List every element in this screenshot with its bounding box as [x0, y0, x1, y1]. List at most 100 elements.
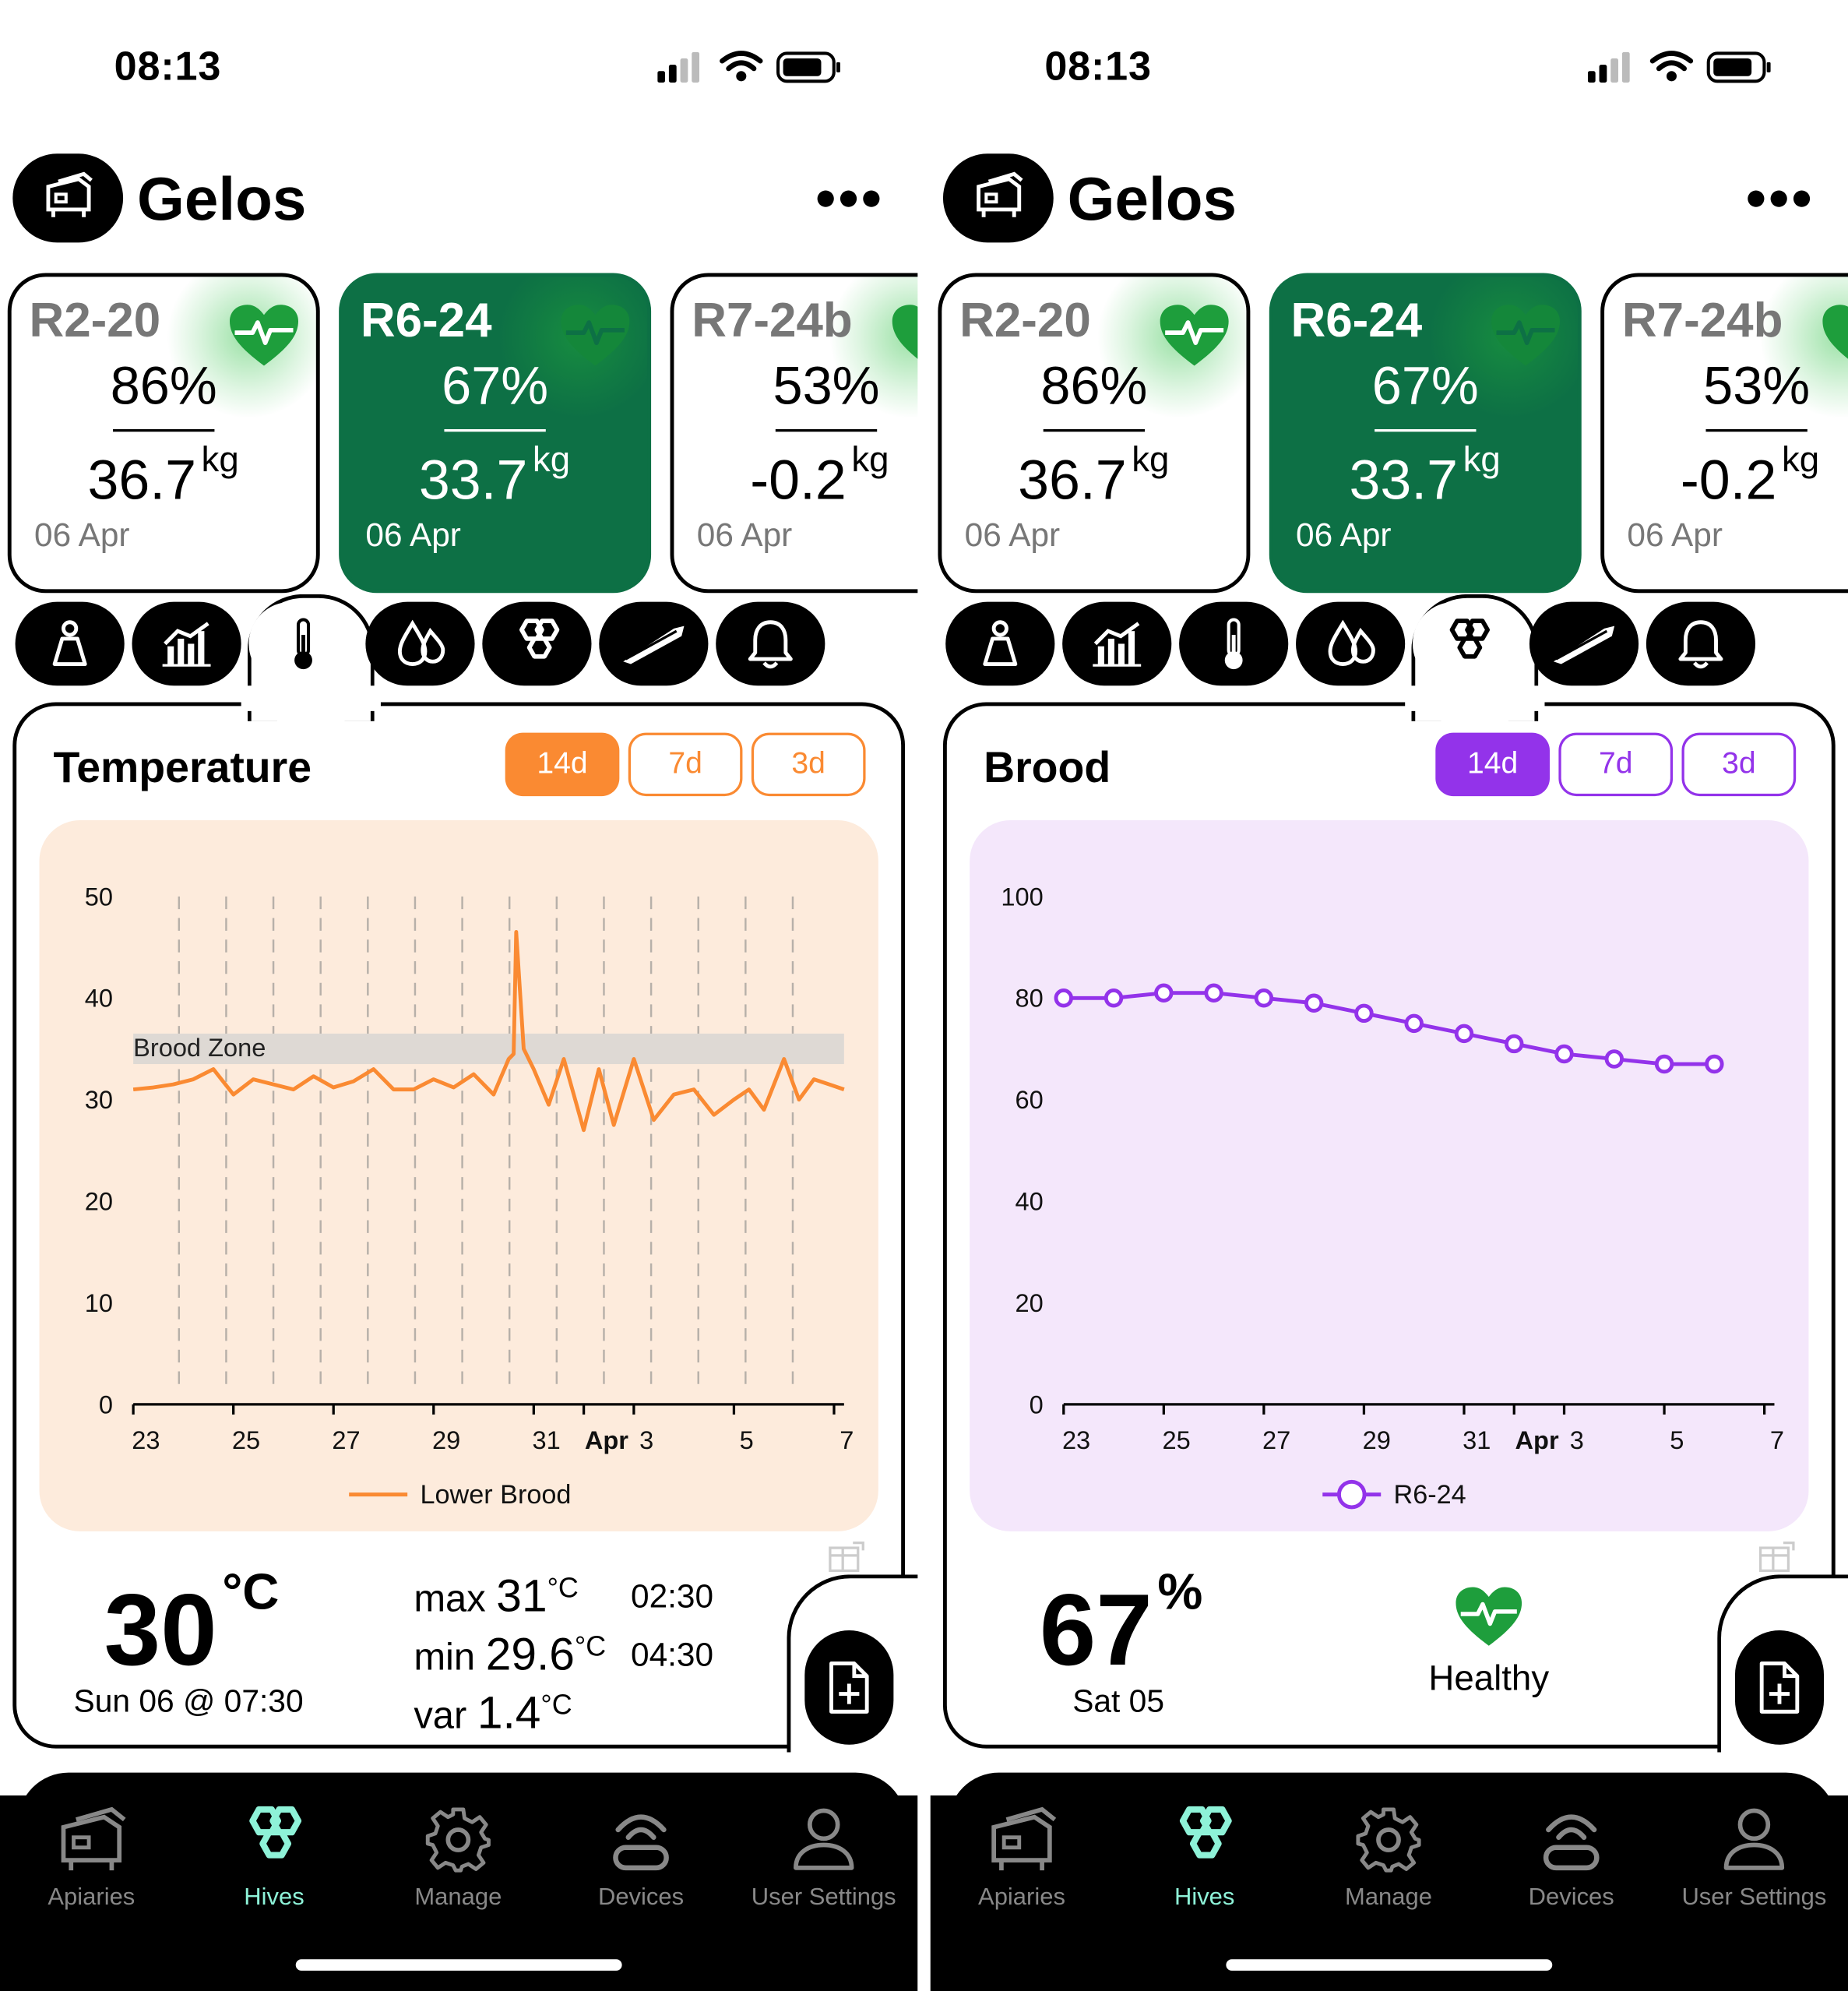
hive-card-r7-24b[interactable]: R7-24b 53% -0.2 kg 06 Apr: [1600, 273, 1848, 594]
current-date: Sun 06 @ 07:30: [73, 1683, 304, 1720]
current-value: 67%: [1039, 1564, 1203, 1686]
x-tick-label: 7: [1770, 1425, 1784, 1454]
y-tick-label: 80: [1015, 984, 1043, 1013]
hive-date: 06 Apr: [1296, 515, 1392, 554]
tab-temperature[interactable]: [248, 601, 358, 686]
nav-devices[interactable]: Devices: [552, 1795, 730, 1922]
max-time: 02:30: [631, 1577, 714, 1616]
honeycomb-icon: [519, 618, 560, 659]
tab-humidity[interactable]: [365, 601, 475, 686]
tab-temperature[interactable]: [1179, 601, 1289, 686]
data-point: [1254, 988, 1274, 1008]
range-7d-button[interactable]: 7d: [628, 732, 743, 797]
heart-health-icon: [1456, 1587, 1522, 1646]
data-point: [1104, 988, 1124, 1008]
tab-humidity[interactable]: [1296, 601, 1406, 686]
max-stat: max 31°C: [414, 1569, 579, 1622]
tab-weight-chart[interactable]: [1062, 601, 1172, 686]
nav-devices[interactable]: Devices: [1483, 1795, 1660, 1922]
hive-card-r7-24b[interactable]: R7-24b 53% -0.2 kg 06 Apr: [670, 273, 918, 594]
tab-hive-tool[interactable]: [599, 601, 709, 686]
x-tick-label: 27: [332, 1425, 360, 1454]
gear-icon: [425, 1807, 491, 1873]
hive-card-r2-20[interactable]: R2-20 86% 36.7 kg 06 Apr: [7, 273, 320, 594]
hives-icon: [1179, 1806, 1232, 1859]
hive-card-r6-24[interactable]: R6-24 67% 33.7 kg 06 Apr: [339, 273, 652, 594]
phone-brood: 08:13 Gelos R2-20 86% 36.7 kg 06 Apr R6-2…: [930, 0, 1848, 1991]
hive-weight-unit: kg: [1781, 439, 1820, 479]
nav-hives[interactable]: Hives: [1116, 1795, 1294, 1922]
add-note-button[interactable]: [1734, 1630, 1825, 1745]
var-stat: var 1.4°C: [414, 1686, 572, 1739]
nav-manage[interactable]: Manage: [1300, 1795, 1477, 1922]
range-14d-button[interactable]: 14d: [505, 732, 620, 797]
home-indicator: [295, 1959, 622, 1971]
nav-user-settings[interactable]: User Settings: [1665, 1795, 1843, 1922]
person-scale-icon: [983, 620, 1018, 666]
weight-chart-icon: [1093, 622, 1142, 667]
hive-weight-unit: kg: [1132, 439, 1170, 479]
health-status: Healthy: [1428, 1658, 1550, 1698]
more-options-button[interactable]: [817, 190, 886, 213]
hive-weight: 33.7: [1349, 449, 1459, 512]
devices-icon: [613, 1814, 669, 1871]
hive-name: R2-20: [29, 294, 161, 348]
bell-icon: [748, 620, 793, 669]
hive-percent: 53%: [1703, 355, 1811, 416]
nav-user-settings[interactable]: User Settings: [735, 1795, 913, 1922]
data-point: [1404, 1013, 1424, 1034]
devices-icon: [1543, 1814, 1600, 1871]
tab-brood[interactable]: [482, 601, 592, 686]
data-point: [1505, 1034, 1524, 1054]
tab-brood[interactable]: [1412, 601, 1522, 686]
nav-hives[interactable]: Hives: [185, 1795, 363, 1922]
tab-alerts[interactable]: [1646, 601, 1756, 686]
hive-name: R7-24b: [1621, 294, 1783, 348]
x-tick-label: 29: [432, 1425, 460, 1454]
tab-alerts[interactable]: [716, 601, 825, 686]
legend-label: R6-24: [1394, 1480, 1466, 1510]
range-14d-button[interactable]: 14d: [1435, 732, 1550, 797]
apiary-name: Gelos: [1067, 166, 1237, 234]
add-document-icon: [1759, 1661, 1800, 1714]
range-3d-button[interactable]: 3d: [1681, 732, 1797, 797]
hive-weight-unit: kg: [201, 439, 239, 479]
panel-title: Brood: [984, 744, 1111, 793]
tab-hive-tool[interactable]: [1529, 601, 1639, 686]
tab-weight-person[interactable]: [945, 601, 1055, 686]
status-time: 08:13: [1044, 43, 1152, 90]
export-table-icon[interactable]: [1758, 1540, 1796, 1576]
range-7d-button[interactable]: 7d: [1558, 732, 1674, 797]
x-tick-label: 31: [532, 1425, 560, 1454]
range-3d-button[interactable]: 3d: [751, 732, 866, 797]
nav-apiaries[interactable]: Apiaries: [2, 1795, 180, 1922]
export-table-icon[interactable]: [828, 1540, 866, 1576]
y-tick-label: 0: [99, 1390, 113, 1418]
tab-weight-chart[interactable]: [132, 601, 241, 686]
hive-weight-unit: kg: [532, 439, 571, 479]
gear-icon: [1356, 1807, 1421, 1873]
phone-temperature: 08:13 Gelos R2-20 86% 36.7 kg 06 Apr R6-2…: [0, 0, 918, 1991]
nav-manage[interactable]: Manage: [369, 1795, 547, 1922]
apiary-logo[interactable]: [942, 153, 1054, 243]
data-point: [1054, 988, 1074, 1008]
hive-card-r2-20[interactable]: R2-20 86% 36.7 kg 06 Apr: [938, 273, 1251, 594]
legend-label: Lower Brood: [420, 1480, 571, 1510]
add-note-button[interactable]: [804, 1630, 894, 1745]
weight-chart-icon: [162, 622, 211, 667]
y-tick-label: 40: [1015, 1186, 1043, 1215]
more-options-button[interactable]: [1748, 190, 1816, 213]
add-document-icon: [829, 1661, 869, 1714]
temperature-chart: Brood Zone 0 10 20 30 40 50 23 25 27 29 31 Apr 3 5 7 Low…: [85, 882, 854, 1510]
hive-name: R2-20: [959, 294, 1091, 348]
tab-weight-person[interactable]: [15, 601, 125, 686]
x-tick-label: 23: [132, 1425, 160, 1454]
humidity-drops-icon: [1328, 619, 1375, 666]
hives-icon: [249, 1806, 302, 1859]
nav-apiaries[interactable]: Apiaries: [933, 1795, 1111, 1922]
apiary-logo[interactable]: [12, 153, 124, 243]
hive-date: 06 Apr: [696, 515, 793, 554]
x-tick-label: 23: [1062, 1425, 1090, 1454]
y-tick-label: 20: [1015, 1288, 1043, 1317]
hive-card-r6-24[interactable]: R6-24 67% 33.7 kg 06 Apr: [1269, 273, 1582, 594]
